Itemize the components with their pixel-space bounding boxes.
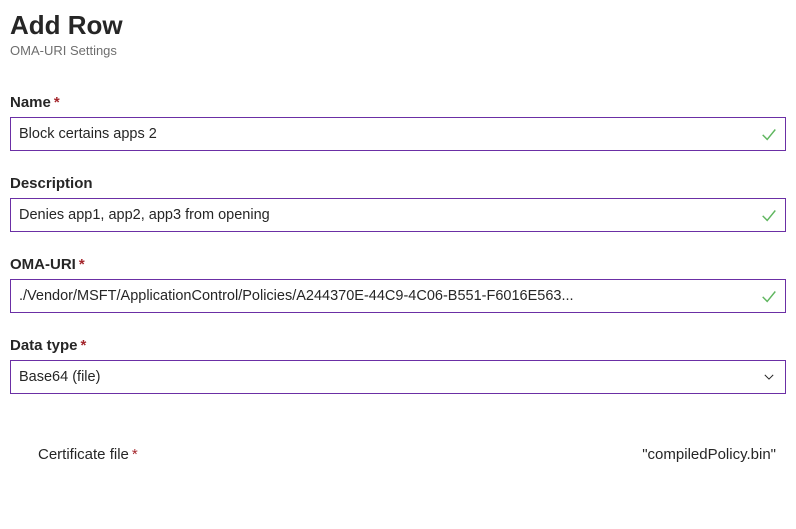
valid-check-icon [753,206,785,224]
chevron-down-icon [753,370,785,384]
description-input-wrapper [10,198,786,232]
name-label: Name* [10,94,786,111]
data-type-label: Data type* [10,337,786,354]
oma-uri-label: OMA-URI* [10,256,786,273]
valid-check-icon [753,287,785,305]
name-input-wrapper [10,117,786,151]
description-label: Description [10,175,786,192]
required-indicator: * [54,94,60,111]
oma-uri-input[interactable] [11,280,753,312]
valid-check-icon [753,125,785,143]
description-input[interactable] [11,199,753,231]
page-subtitle: OMA-URI Settings [10,43,786,58]
required-indicator: * [81,337,87,354]
certificate-file-value: "compiledPolicy.bin" [642,446,776,463]
page-title: Add Row [10,10,786,41]
oma-uri-input-wrapper [10,279,786,313]
data-type-selected-value: Base64 (file) [11,369,753,385]
data-type-select[interactable]: Base64 (file) [10,360,786,394]
certificate-file-label: Certificate file* [38,446,138,463]
name-input[interactable] [11,118,753,150]
required-indicator: * [79,256,85,273]
required-indicator: * [132,446,138,463]
